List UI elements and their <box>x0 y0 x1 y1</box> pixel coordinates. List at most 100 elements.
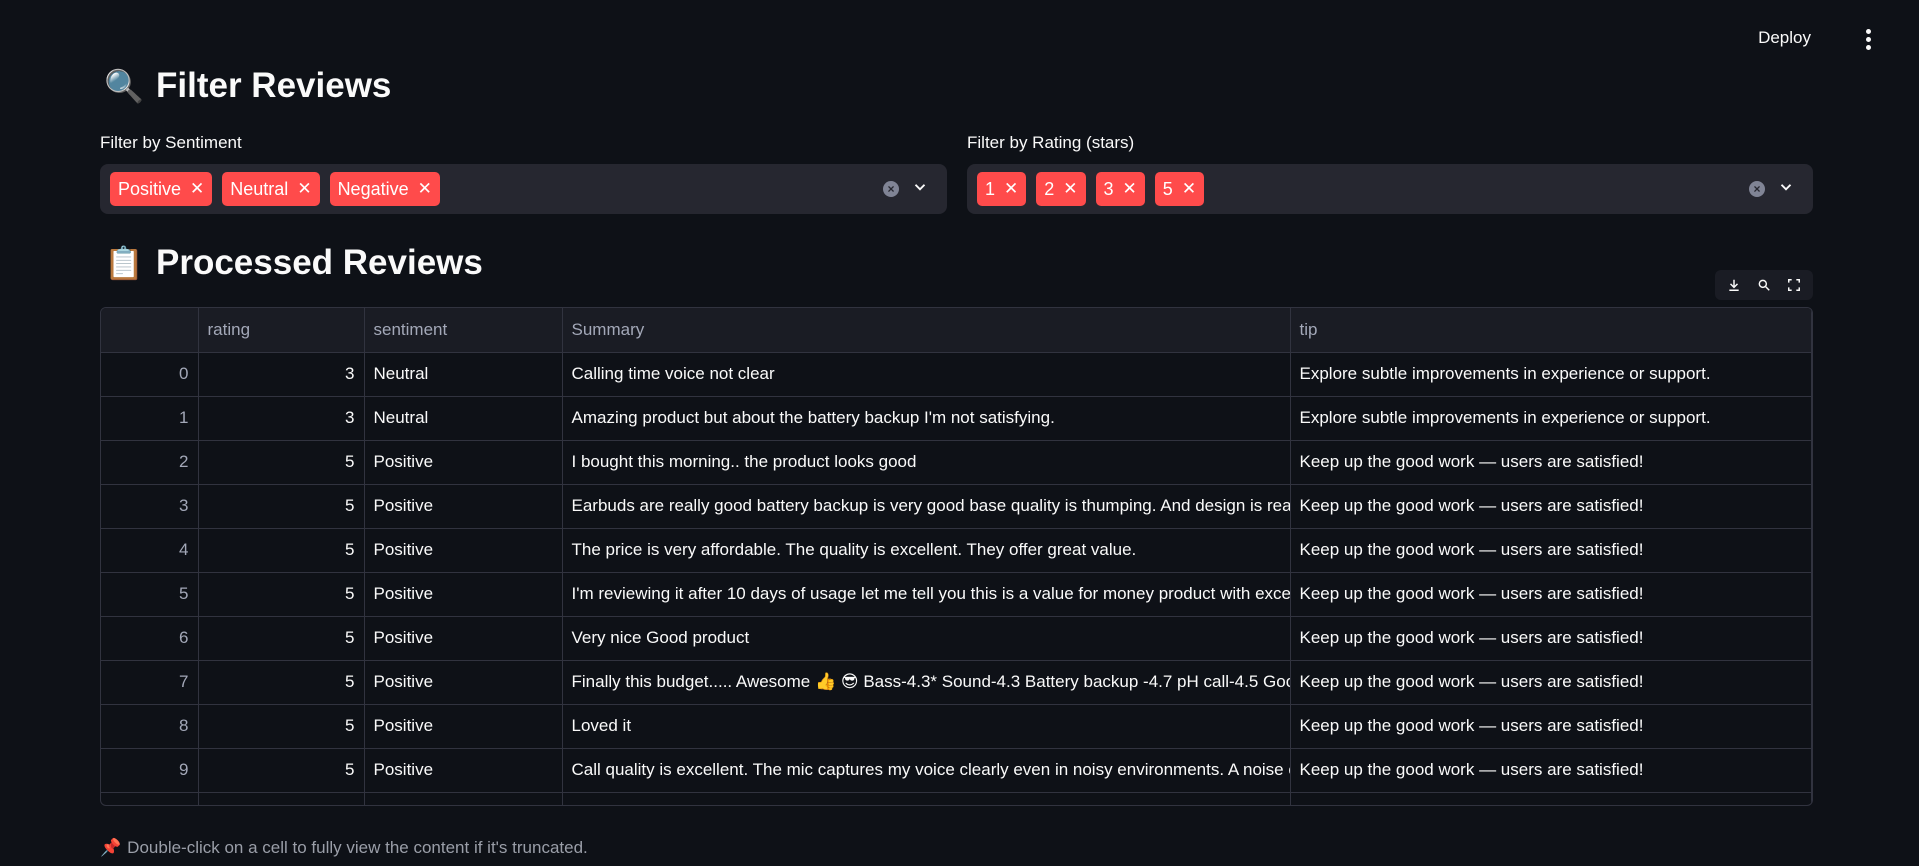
rating-tag-5: 5 ✕ <box>1154 172 1205 206</box>
tip-cell[interactable]: Keep up the good work — users are satisf… <box>1290 572 1812 617</box>
summary-cell[interactable]: Very nice Good product <box>562 616 1291 661</box>
tip-cell[interactable]: Keep up the good work — users are satisf… <box>1290 616 1812 661</box>
search-icon[interactable] <box>1754 275 1774 295</box>
download-icon[interactable] <box>1724 275 1744 295</box>
rating-cell[interactable]: 3 <box>198 396 365 441</box>
table-row[interactable]: 8 5 Positive Loved it Keep up the good work … <box>101 704 1812 749</box>
column-header-summary[interactable]: Summary <box>562 308 1291 353</box>
table-row[interactable]: 4 5 Positive The price is very affordable. … <box>101 528 1812 573</box>
remove-tag-icon[interactable]: ✕ <box>1004 179 1018 199</box>
rating-cell[interactable]: 5 <box>198 572 365 617</box>
reviews-dataframe[interactable]: rating sentiment Summary tip 0 3 Neutral Ca… <box>100 307 1813 806</box>
summary-cell[interactable] <box>562 792 1291 805</box>
remove-tag-icon[interactable]: ✕ <box>1123 179 1137 199</box>
rating-cell[interactable]: 5 <box>198 440 365 485</box>
sentiment-cell[interactable]: Positive <box>364 660 563 705</box>
summary-cell[interactable]: Call quality is excellent. The mic captu… <box>562 748 1291 793</box>
rating-cell[interactable]: 5 <box>198 660 365 705</box>
sentiment-cell[interactable]: Positive <box>364 440 563 485</box>
column-header-index[interactable] <box>101 308 199 353</box>
tip-cell[interactable]: Explore subtle improvements in experienc… <box>1290 396 1812 441</box>
dataframe-toolbar <box>1715 270 1813 300</box>
summary-cell[interactable]: Loved it <box>562 704 1291 749</box>
row-index: 8 <box>101 704 199 749</box>
summary-cell[interactable]: Earbuds are really good battery backup i… <box>562 484 1291 529</box>
table-row[interactable]: 2 5 Positive I bought this morning.. the pr… <box>101 440 1812 485</box>
rating-cell[interactable]: 5 <box>198 484 365 529</box>
rating-tag-3: 3 ✕ <box>1095 172 1145 206</box>
hint-text: Double-click on a cell to fully view the… <box>127 838 588 857</box>
remove-tag-icon[interactable]: ✕ <box>1182 179 1196 199</box>
chevron-down-icon[interactable] <box>1777 178 1795 196</box>
summary-cell[interactable]: I bought this morning.. the product look… <box>562 440 1291 485</box>
remove-tag-icon[interactable]: ✕ <box>418 179 432 199</box>
tip-cell[interactable]: Explore subtle improvements in experienc… <box>1290 352 1812 397</box>
rating-multiselect[interactable]: 1 ✕ 2 ✕ 3 ✕ 5 ✕ × <box>967 164 1813 214</box>
tip-cell[interactable]: Keep up the good work — users are satisf… <box>1290 528 1812 573</box>
tip-cell[interactable] <box>1290 792 1812 805</box>
tip-cell[interactable]: Keep up the good work — users are satisf… <box>1290 704 1812 749</box>
sentiment-cell[interactable]: Positive <box>364 748 563 793</box>
chevron-down-icon[interactable] <box>911 178 929 196</box>
remove-tag-icon[interactable]: ✕ <box>297 179 311 199</box>
row-index: 0 <box>101 352 199 397</box>
summary-cell[interactable]: Amazing product but about the battery ba… <box>562 396 1291 441</box>
remove-tag-icon[interactable]: ✕ <box>1063 179 1077 199</box>
rating-cell[interactable]: 5 <box>198 704 365 749</box>
table-row[interactable]: 5 5 Positive I'm reviewing it after 10 days… <box>101 572 1812 617</box>
column-header-sentiment[interactable]: sentiment <box>364 308 563 353</box>
sentiment-cell[interactable]: Positive <box>364 572 563 617</box>
rating-cell[interactable] <box>198 792 365 805</box>
table-header-row: rating sentiment Summary tip <box>101 308 1812 353</box>
table-row[interactable]: 9 5 Positive Call quality is excellent. The… <box>101 748 1812 793</box>
row-index: 5 <box>101 572 199 617</box>
table-row[interactable]: 3 5 Positive Earbuds are really good batter… <box>101 484 1812 529</box>
clear-all-icon[interactable]: × <box>1749 181 1765 197</box>
summary-cell[interactable]: Finally this budget..... Awesome 👍 😎 Bas… <box>562 660 1291 705</box>
sentiment-tag-positive: Positive ✕ <box>110 172 213 206</box>
table-row[interactable]: 7 5 Positive Finally this budget..... Aweso… <box>101 660 1812 705</box>
sentiment-cell[interactable]: Positive <box>364 704 563 749</box>
sentiment-multiselect[interactable]: Positive ✕ Neutral ✕ Negative ✕ × <box>100 164 947 214</box>
rating-cell[interactable]: 3 <box>198 352 365 397</box>
tip-cell[interactable]: Keep up the good work — users are satisf… <box>1290 748 1812 793</box>
magnifying-glass-icon: 🔍 <box>104 68 144 104</box>
table-row[interactable]: 0 3 Neutral Calling time voice not clear Exp… <box>101 352 1812 397</box>
summary-cell[interactable]: The price is very affordable. The qualit… <box>562 528 1291 573</box>
tip-cell[interactable]: Keep up the good work — users are satisf… <box>1290 484 1812 529</box>
sentiment-cell[interactable]: Positive <box>364 616 563 661</box>
sentiment-tag-negative: Negative ✕ <box>329 172 440 206</box>
rating-cell[interactable]: 5 <box>198 748 365 793</box>
rating-cell[interactable]: 5 <box>198 616 365 661</box>
row-index: 9 <box>101 748 199 793</box>
deploy-button[interactable]: Deploy <box>1750 24 1819 52</box>
tip-cell[interactable]: Keep up the good work — users are satisf… <box>1290 440 1812 485</box>
filter-reviews-heading: 🔍 Filter Reviews <box>104 66 391 106</box>
table-row[interactable] <box>101 792 1812 805</box>
sentiment-cell[interactable]: Neutral <box>364 352 563 397</box>
table-row[interactable]: 6 5 Positive Very nice Good product Keep up … <box>101 616 1812 661</box>
sentiment-cell[interactable]: Neutral <box>364 396 563 441</box>
fullscreen-icon[interactable] <box>1784 275 1804 295</box>
rating-cell[interactable]: 5 <box>198 528 365 573</box>
kebab-menu-icon[interactable] <box>1859 27 1877 51</box>
truncation-hint: 📌 Double-click on a cell to fully view t… <box>100 838 588 858</box>
summary-cell[interactable]: I'm reviewing it after 10 days of usage … <box>562 572 1291 617</box>
tip-cell[interactable]: Keep up the good work — users are satisf… <box>1290 660 1812 705</box>
sentiment-cell[interactable]: Positive <box>364 528 563 573</box>
row-index: 6 <box>101 616 199 661</box>
processed-reviews-title: Processed Reviews <box>156 243 483 282</box>
row-index: 2 <box>101 440 199 485</box>
column-header-tip[interactable]: tip <box>1290 308 1812 353</box>
row-index: 4 <box>101 528 199 573</box>
table-row[interactable]: 1 3 Neutral Amazing product but about the b… <box>101 396 1812 441</box>
remove-tag-icon[interactable]: ✕ <box>190 179 204 199</box>
sentiment-cell[interactable]: Positive <box>364 484 563 529</box>
summary-cell[interactable]: Calling time voice not clear <box>562 352 1291 397</box>
filter-reviews-title: Filter Reviews <box>156 66 392 105</box>
clipboard-icon: 📋 <box>104 245 144 281</box>
clear-all-icon[interactable]: × <box>883 181 899 197</box>
column-header-rating[interactable]: rating <box>198 308 365 353</box>
row-index: 7 <box>101 660 199 705</box>
sentiment-cell[interactable] <box>364 792 563 805</box>
